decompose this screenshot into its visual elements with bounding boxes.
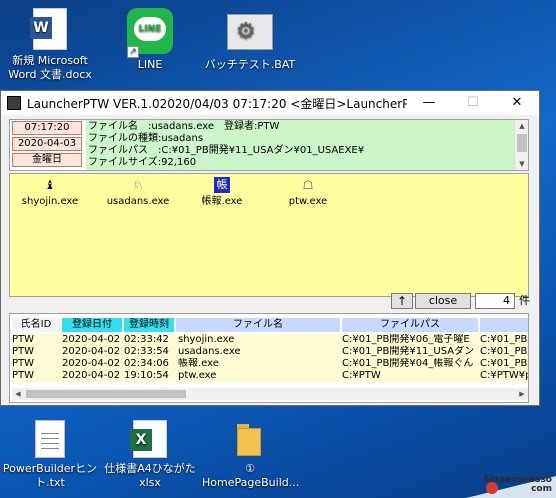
- scroll-thumb[interactable]: [26, 390, 186, 398]
- desktop-icon-folder[interactable]: ① HomePageBuild...: [202, 420, 300, 490]
- folder-icon: [235, 420, 265, 458]
- ptw-icon: ☖: [302, 178, 314, 192]
- cell-time: 19:10:54: [124, 370, 169, 381]
- close-window-button[interactable]: ✕: [495, 91, 539, 115]
- col-header-id[interactable]: 氏名ID: [12, 318, 60, 332]
- watermark-text: Screenpresso com: [483, 475, 552, 494]
- desktop-icon-label: バッチテスト.BAT: [204, 58, 296, 71]
- desktop-icon-label: 新規 Microsoft Word 文書.docx: [8, 54, 92, 81]
- cell-id: PTW: [12, 346, 35, 357]
- desktop-icon-label: LINE: [137, 58, 163, 71]
- clock-date: 2020-04-03: [12, 137, 82, 151]
- cell-id: PTW: [12, 358, 35, 369]
- col-header-date[interactable]: 登録日付: [62, 318, 122, 332]
- registration-list: 氏名ID 登録日付 登録時刻 ファイル名 ファイルパス PTW 2020-04-…: [9, 313, 529, 403]
- shyojin-icon: ♝: [44, 178, 56, 192]
- info-line: ファイルパス :C:¥01_PB開発¥11_USAダン¥01_USAEXE¥: [88, 145, 365, 156]
- text-file-icon: [35, 420, 65, 458]
- app-item-chouhou[interactable]: 帳 帳報.exe: [182, 176, 262, 209]
- desktop-icon-label: 仕様書A4ひながた xlsx: [104, 462, 196, 489]
- cell-extra: C:¥01_PB開: [480, 358, 528, 369]
- desktop-icon-xlsx[interactable]: X 仕様書A4ひながた xlsx: [102, 420, 198, 490]
- line-app-icon: LINE ↗: [127, 8, 173, 58]
- col-header-filename[interactable]: ファイル名: [176, 318, 340, 332]
- table-row[interactable]: PTW 2020-04-02 19:10:54 ptw.exe C:¥PTW C…: [12, 370, 528, 382]
- scroll-left-arrow-icon[interactable]: ◀: [12, 388, 24, 400]
- cell-extra: C:¥01_PB開: [480, 334, 528, 345]
- maximize-button[interactable]: ☐: [451, 91, 495, 115]
- file-info-panel: ファイル名 :usadans.exe 登録者:PTW ファイルの種類:usada…: [86, 120, 514, 170]
- app-item-ptw[interactable]: ☖ ptw.exe: [268, 176, 348, 209]
- minimize-button[interactable]: —: [407, 91, 451, 115]
- close-button[interactable]: close: [415, 293, 471, 309]
- desktop-icon-label: PowerBuilderヒン ト.txt: [2, 462, 98, 489]
- app-label: shyojin.exe: [21, 196, 79, 207]
- launcher-window: LauncherPTW VER.1.02020/04/03 07:17:20 <…: [0, 90, 540, 406]
- scroll-right-arrow-icon[interactable]: ▶: [516, 388, 528, 400]
- desktop-icon-label: ① HomePageBuild...: [202, 462, 300, 489]
- cell-filepath: C:¥01_PB開発¥06_電子曜E: [342, 334, 470, 345]
- usadans-icon: ♘: [132, 178, 144, 192]
- cell-time: 02:33:42: [124, 334, 169, 345]
- cell-filepath: C:¥PTW: [342, 370, 381, 381]
- app-icon: [7, 96, 21, 110]
- cell-time: 02:33:54: [124, 346, 169, 357]
- app-label: usadans.exe: [106, 196, 170, 207]
- cell-date: 2020-04-02: [62, 334, 121, 345]
- app-label: 帳報.exe: [201, 196, 243, 207]
- cell-time: 02:34:06: [124, 358, 169, 369]
- chouhou-icon: 帳: [214, 177, 230, 193]
- info-line: ファイルサイズ:92,160: [88, 157, 197, 168]
- table-row[interactable]: PTW 2020-04-02 02:34:06 帳報.exe C:¥01_PB開…: [12, 358, 528, 370]
- cell-extra: C:¥PTW¥p: [480, 370, 528, 381]
- table-row[interactable]: PTW 2020-04-02 02:33:54 usadans.exe C:¥0…: [12, 346, 528, 358]
- count-unit-label: 件: [519, 294, 530, 307]
- col-header-extra[interactable]: [480, 318, 528, 332]
- scroll-down-arrow-icon[interactable]: ▼: [515, 158, 529, 170]
- info-line: ファイルの種類:usadans: [88, 133, 204, 144]
- app-launcher-panel: ♝ shyojin.exe ♘ usadans.exe 帳 帳報.exe ☖ p…: [9, 173, 529, 297]
- window-title: LauncherPTW VER.1.02020/04/03 07:17:20 <…: [27, 96, 407, 111]
- excel-file-icon: X: [130, 420, 167, 458]
- cell-extra: C:¥01_PB開: [480, 346, 528, 357]
- cell-filename: 帳報.exe: [178, 358, 219, 369]
- screenpresso-watermark: Screenpresso com: [466, 476, 556, 498]
- cell-date: 2020-04-02: [62, 370, 121, 381]
- info-area: 07:17:20 2020-04-03 金曜日 ファイル名 :usadans.e…: [9, 119, 529, 171]
- cell-filename: ptw.exe: [178, 370, 217, 381]
- app-label: ptw.exe: [288, 196, 328, 207]
- cell-date: 2020-04-02: [62, 346, 121, 357]
- cell-filename: usadans.exe: [178, 346, 241, 357]
- title-bar[interactable]: LauncherPTW VER.1.02020/04/03 07:17:20 <…: [1, 91, 539, 115]
- info-line: ファイル名 :usadans.exe 登録者:PTW: [88, 121, 280, 132]
- cell-id: PTW: [12, 334, 35, 345]
- clock-weekday: 金曜日: [12, 153, 82, 167]
- cell-filepath: C:¥01_PB開発¥11_USAダン: [342, 346, 475, 357]
- cell-id: PTW: [12, 370, 35, 381]
- table-row[interactable]: PTW 2020-04-02 02:33:42 shyojin.exe C:¥0…: [12, 334, 528, 346]
- scroll-up-arrow-icon[interactable]: ▲: [515, 120, 529, 132]
- list-horizontal-scrollbar[interactable]: ◀ ▶: [12, 388, 528, 400]
- desktop-icon-word[interactable]: W 新規 Microsoft Word 文書.docx: [2, 8, 98, 82]
- col-header-time[interactable]: 登録時刻: [124, 318, 174, 332]
- scroll-thumb[interactable]: [517, 134, 527, 152]
- batch-file-icon: ⚙: [227, 14, 273, 50]
- app-item-usadans[interactable]: ♘ usadans.exe: [98, 176, 178, 209]
- cell-date: 2020-04-02: [62, 358, 121, 369]
- up-arrow-button[interactable]: ↑: [391, 293, 413, 309]
- desktop-icon-line[interactable]: LINE ↗ LINE: [102, 8, 198, 72]
- info-scrollbar[interactable]: ▲ ▼: [514, 120, 528, 170]
- desktop-icon-txt[interactable]: PowerBuilderヒン ト.txt: [2, 420, 98, 490]
- col-header-filepath[interactable]: ファイルパス: [342, 318, 478, 332]
- count-field[interactable]: 4: [475, 293, 515, 309]
- cell-filename: shyojin.exe: [178, 334, 235, 345]
- app-item-shyojin[interactable]: ♝ shyojin.exe: [10, 176, 90, 209]
- desktop-icon-bat[interactable]: ⚙ バッチテスト.BAT: [202, 8, 298, 72]
- control-row: ↑ close 4 件: [9, 293, 530, 309]
- cell-filepath: C:¥01_PB開発¥04_帳報ぐん: [342, 358, 474, 369]
- clock-time: 07:17:20: [12, 121, 82, 135]
- word-document-icon: W: [30, 8, 67, 50]
